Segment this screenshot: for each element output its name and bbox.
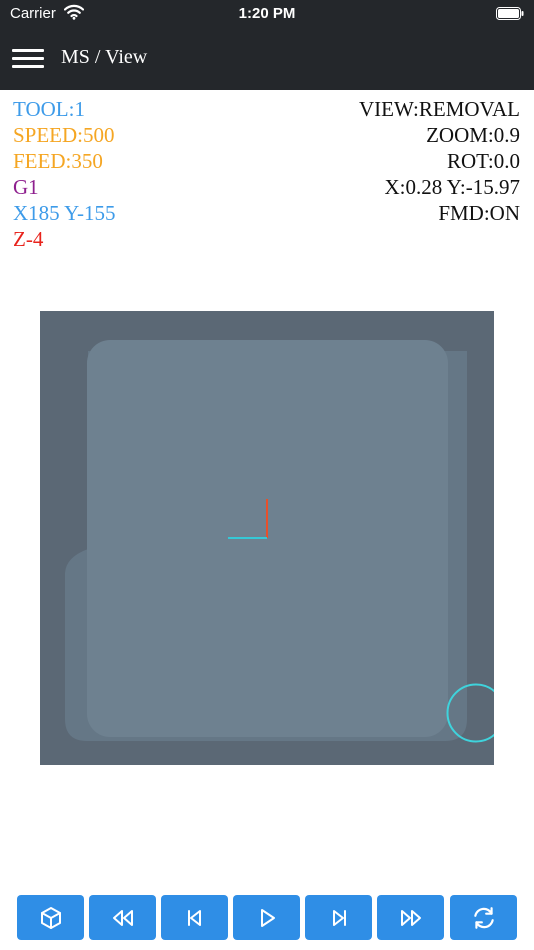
zoom-readout: ZOOM:0.9	[426, 123, 520, 147]
machine-status-panel: TOOL:1 SPEED:500 FEED:350 G1 X185 Y-155 …	[13, 96, 115, 252]
machining-viewport[interactable]	[40, 311, 506, 765]
status-bar: Carrier 1:20 PM	[0, 0, 534, 28]
fast-forward-icon	[400, 909, 421, 926]
fast-rewind-button[interactable]	[89, 895, 156, 940]
skip-back-icon	[187, 909, 201, 926]
gcode-readout: G1	[13, 175, 39, 199]
removed-area	[87, 340, 448, 737]
xy-target-readout: X185 Y-155	[13, 201, 116, 225]
step-forward-button[interactable]	[305, 895, 372, 940]
cube-icon	[40, 906, 61, 929]
page-title: MS / View	[61, 46, 148, 68]
step-back-button[interactable]	[161, 895, 228, 940]
fmd-readout: FMD:ON	[438, 201, 520, 225]
speed-readout: SPEED:500	[13, 123, 115, 147]
battery-icon	[496, 7, 524, 24]
z-readout: Z-4	[13, 227, 44, 251]
view-status-panel: VIEW:REMOVAL ZOOM:0.9 ROT:0.0 X:0.28 Y:-…	[359, 96, 520, 226]
play-icon	[260, 908, 275, 927]
tool-readout: TOOL:1	[13, 97, 85, 121]
skip-forward-icon	[332, 909, 346, 926]
navigation-bar: MS / View	[0, 28, 534, 90]
cursor-position-readout: X:0.28 Y:-15.97	[384, 175, 520, 199]
reset-button[interactable]	[450, 895, 517, 940]
clock-label: 1:20 PM	[238, 5, 296, 22]
rewind-icon	[112, 909, 133, 926]
view-mode-readout: VIEW:REMOVAL	[359, 97, 520, 121]
view-3d-button[interactable]	[17, 895, 84, 940]
hamburger-menu-icon[interactable]	[12, 47, 44, 71]
rotation-readout: ROT:0.0	[446, 149, 520, 173]
playback-toolbar	[17, 895, 517, 940]
play-button[interactable]	[233, 895, 300, 940]
refresh-icon	[473, 906, 494, 929]
fast-forward-button[interactable]	[377, 895, 444, 940]
feed-readout: FEED:350	[13, 149, 103, 173]
